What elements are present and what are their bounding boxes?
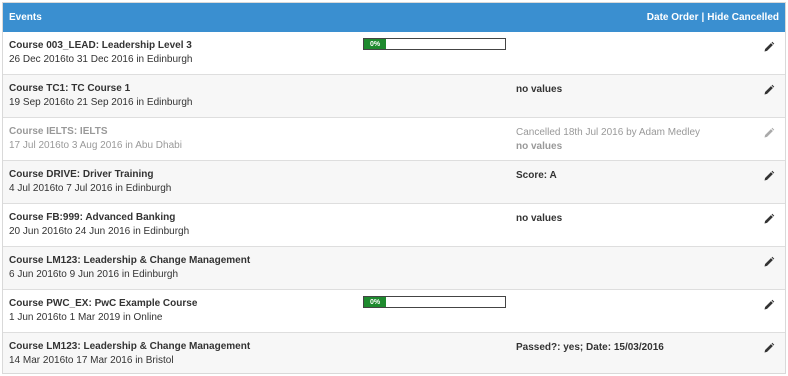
pencil-icon[interactable] — [763, 299, 775, 311]
result-text: no values — [516, 141, 563, 152]
header-separator: | — [701, 12, 705, 23]
event-title[interactable]: Course TC1: TC Course 1 — [9, 83, 130, 94]
pencil-icon[interactable] — [763, 213, 775, 225]
event-result: Cancelled 18th Jul 2016 by Adam Medley no… — [516, 127, 700, 152]
event-row: Course DRIVE: Driver Training 4 Jul 2016t… — [3, 161, 785, 204]
event-title[interactable]: Course DRIVE: Driver Training — [9, 169, 153, 180]
pencil-icon[interactable] — [763, 342, 775, 354]
event-dates: 6 Jun 2016to 9 Jun 2016 in Edinburgh — [9, 269, 179, 280]
event-dates: 19 Sep 2016to 21 Sep 2016 in Edinburgh — [9, 97, 193, 108]
pencil-icon[interactable] — [763, 41, 775, 53]
event-result: Passed?: yes; Date: 15/03/2016 — [516, 342, 664, 353]
result-text: Passed?: yes; Date: 15/03/2016 — [516, 342, 664, 353]
result-text: no values — [516, 84, 563, 95]
event-dates: 17 Jul 2016to 3 Aug 2016 in Abu Dhabi — [9, 140, 182, 151]
event-title[interactable]: Course 003_LEAD: Leadership Level 3 — [9, 40, 192, 51]
result-text: Score: A — [516, 170, 557, 181]
events-title: Events — [9, 12, 42, 23]
pencil-icon[interactable] — [763, 84, 775, 96]
event-dates: 4 Jul 2016to 7 Jul 2016 in Edinburgh — [9, 183, 172, 194]
event-dates: 20 Jun 2016to 24 Jun 2016 in Edinburgh — [9, 226, 190, 237]
event-dates: 1 Jun 2016to 1 Mar 2019 in Online — [9, 312, 163, 323]
date-order-link[interactable]: Date Order — [647, 12, 699, 23]
event-row: Course FB:999: Advanced Banking 20 Jun 20… — [3, 204, 785, 247]
hide-cancelled-link[interactable]: Hide Cancelled — [707, 12, 779, 23]
events-panel: Events Date Order | Hide Cancelled Cours… — [2, 2, 786, 374]
event-result: no values — [516, 84, 562, 95]
event-title[interactable]: Course IELTS: IELTS — [9, 126, 108, 137]
pencil-icon[interactable] — [763, 170, 775, 182]
event-title[interactable]: Course FB:999: Advanced Banking — [9, 212, 175, 223]
cancel-note: Cancelled 18th Jul 2016 by Adam Medley — [516, 127, 701, 138]
event-list: Course 003_LEAD: Leadership Level 3 26 De… — [3, 32, 785, 373]
event-title[interactable]: Course PWC_EX: PwC Example Course — [9, 298, 197, 309]
event-row: Course PWC_EX: PwC Example Course 1 Jun 2… — [3, 290, 785, 333]
event-dates: 14 Mar 2016to 17 Mar 2016 in Bristol — [9, 355, 174, 366]
progress-bar: 0% — [363, 38, 506, 50]
event-row: Course IELTS: IELTS 17 Jul 2016to 3 Aug 2… — [3, 118, 785, 161]
progress-fill: 0% — [364, 297, 386, 307]
result-text: no values — [516, 213, 563, 224]
pencil-icon[interactable] — [763, 127, 775, 139]
event-row: Course 003_LEAD: Leadership Level 3 26 De… — [3, 32, 785, 75]
progress-fill: 0% — [364, 39, 386, 49]
event-row: Course LM123: Leadership & Change Manage… — [3, 247, 785, 290]
event-title[interactable]: Course LM123: Leadership & Change Manage… — [9, 341, 250, 352]
event-row: Course TC1: TC Course 1 19 Sep 2016to 21 … — [3, 75, 785, 118]
pencil-icon[interactable] — [763, 256, 775, 268]
event-dates: 26 Dec 2016to 31 Dec 2016 in Edinburgh — [9, 54, 193, 65]
progress-bar: 0% — [363, 296, 506, 308]
header-actions: Date Order | Hide Cancelled — [647, 12, 779, 23]
event-row: Course LM123: Leadership & Change Manage… — [3, 333, 785, 373]
event-title[interactable]: Course LM123: Leadership & Change Manage… — [9, 255, 250, 266]
event-result: Score: A — [516, 170, 557, 181]
events-header: Events Date Order | Hide Cancelled — [3, 3, 785, 32]
event-result: no values — [516, 213, 562, 224]
